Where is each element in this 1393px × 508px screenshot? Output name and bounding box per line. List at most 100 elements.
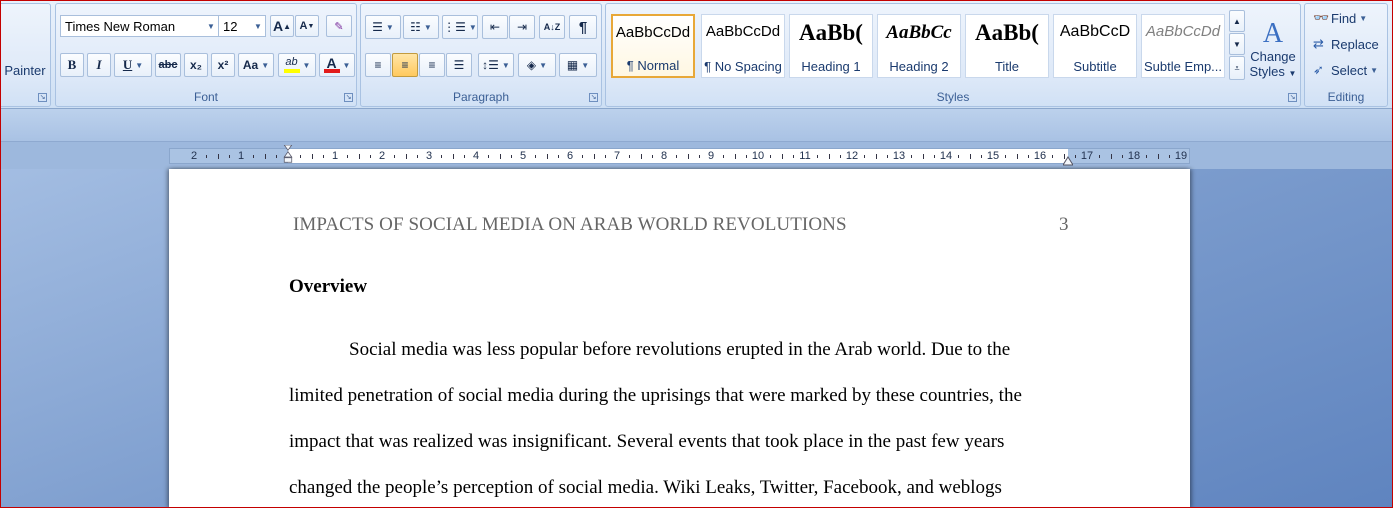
style-no-spacing[interactable]: AaBbCcDd ¶ No Spacing [701, 14, 785, 78]
ruler-number: 17 [1080, 150, 1094, 162]
chevron-down-icon[interactable]: ▼ [343, 61, 351, 70]
strikethrough-button[interactable]: abc [155, 53, 181, 77]
clipboard-launcher-icon[interactable]: ↘ [38, 93, 47, 102]
style-heading-1[interactable]: AaBb( Heading 1 [789, 14, 873, 78]
styles-more-icon[interactable]: ⩡ [1229, 56, 1245, 80]
superscript-button[interactable]: x² [211, 53, 235, 77]
shading-button[interactable]: ◈ ▼ [518, 53, 556, 77]
ruler-tick [687, 154, 689, 159]
ruler-tick [1122, 155, 1124, 158]
increase-indent-button[interactable]: ⇥ [509, 15, 535, 39]
chevron-down-icon[interactable]: ▼ [251, 16, 265, 36]
align-center-icon: ≡ [401, 58, 409, 72]
align-right-button[interactable]: ≡ [419, 53, 445, 77]
style-title[interactable]: AaBb( Title [965, 14, 1049, 78]
chevron-down-icon[interactable]: ▼ [424, 23, 432, 32]
format-painter-button[interactable]: Painter [3, 60, 47, 80]
paragraph-launcher-icon[interactable]: ↘ [589, 93, 598, 102]
ruler-tick [934, 155, 936, 158]
style-subtitle[interactable]: AaBbCcD Subtitle [1053, 14, 1137, 78]
font-name-combo[interactable]: Times New Roman ▼ [60, 15, 219, 37]
paragraph-group-label: Paragraph [452, 90, 510, 104]
italic-button[interactable]: I [87, 53, 111, 77]
cursor-arrow-icon: ➶ [1313, 62, 1324, 77]
sort-button[interactable]: A↓Z [539, 15, 565, 39]
styles-launcher-icon[interactable]: ↘ [1288, 93, 1297, 102]
chevron-down-icon[interactable]: ▼ [204, 16, 218, 36]
binoculars-icon: 👓 [1313, 10, 1330, 25]
style-normal[interactable]: AaBbCcDd ¶ Normal [611, 14, 695, 78]
ruler-tick [910, 155, 912, 158]
ruler-tick [417, 155, 419, 158]
ruler-number: 15 [986, 150, 1000, 162]
ruler-number: 8 [660, 150, 668, 162]
change-case-button[interactable]: Aa ▼ [238, 53, 274, 77]
change-styles-button[interactable]: A Change Styles ▼ [1248, 10, 1298, 88]
ruler-number: 6 [566, 150, 574, 162]
first-line-indent-marker[interactable] [283, 145, 293, 163]
highlight-color-bar [283, 68, 300, 73]
align-left-button[interactable]: ≡ [365, 53, 391, 77]
ruler-tick [981, 155, 983, 158]
ruler-tick [405, 154, 407, 159]
highlight-button[interactable]: ab ▼ [278, 53, 316, 77]
right-indent-marker[interactable] [1063, 152, 1073, 170]
ruler-tick [205, 155, 207, 158]
ruler-tick [593, 154, 595, 159]
ruler-tick [264, 154, 266, 159]
decrease-indent-button[interactable]: ⇤ [482, 15, 508, 39]
style-subtle-emphasis[interactable]: AaBbCcDd Subtle Emp... [1141, 14, 1225, 78]
multilevel-list-button[interactable]: ⋮☰ ▼ [442, 15, 478, 39]
ruler-tick [1028, 155, 1030, 158]
font-size-combo[interactable]: 12 ▼ [218, 15, 266, 37]
ruler-tick [558, 155, 560, 158]
align-center-button[interactable]: ≡ [392, 53, 418, 77]
subscript-button[interactable]: x₂ [184, 53, 208, 77]
line-spacing-button[interactable]: ↕☰ ▼ [478, 53, 514, 77]
font-launcher-icon[interactable]: ↘ [344, 93, 353, 102]
font-color-bar [323, 68, 340, 73]
horizontal-ruler[interactable]: 2 1 1 2 3 4 5 6 7 8 9 10 11 12 13 14 15 16 17 18 19 [169, 148, 1190, 164]
document-page[interactable]: IMPACTS OF SOCIAL MEDIA ON ARAB WORLD RE… [169, 169, 1190, 508]
find-button[interactable]: 👓 Find ▼ [1313, 7, 1367, 29]
font-color-button[interactable]: A ▼ [319, 53, 355, 77]
ruler-tick [1004, 155, 1006, 158]
ruler-tick [546, 154, 548, 159]
styles-scroll-down-icon[interactable]: ▼ [1229, 33, 1245, 55]
show-marks-button[interactable]: ¶ [569, 15, 597, 39]
section-heading: Overview [289, 276, 368, 297]
numbering-button[interactable]: ☷ ▼ [403, 15, 439, 39]
chevron-down-icon[interactable]: ▼ [386, 23, 394, 32]
chevron-down-icon[interactable]: ▼ [502, 61, 510, 70]
ruler-tick [922, 154, 924, 159]
styles-scroll-up-icon[interactable]: ▲ [1229, 10, 1245, 32]
justify-button[interactable]: ☰ [446, 53, 472, 77]
replace-button[interactable]: ⇄ Replace [1313, 33, 1379, 55]
borders-button[interactable]: ▦ ▼ [559, 53, 597, 77]
ruler-tick [969, 154, 971, 159]
ruler-tick [957, 155, 959, 158]
chevron-down-icon[interactable]: ▼ [539, 61, 547, 70]
body-line: impact that was realized was insignifica… [289, 431, 1005, 452]
ruler-tick [311, 154, 313, 159]
grow-font-button[interactable]: A ▲ [270, 15, 294, 37]
ruler-tick [863, 155, 865, 158]
chevron-down-icon[interactable]: ▼ [303, 61, 311, 70]
ruler-tick [1169, 155, 1171, 158]
chevron-down-icon[interactable]: ▼ [135, 61, 143, 70]
ruler-tick [699, 155, 701, 158]
select-button[interactable]: ➶ Select ▼ [1313, 59, 1378, 81]
chevron-down-icon[interactable]: ▼ [261, 61, 269, 70]
underline-button[interactable]: U ▼ [114, 53, 152, 77]
ruler-tick [511, 155, 513, 158]
style-heading-2[interactable]: AaBbCc Heading 2 [877, 14, 961, 78]
ruler-tick [793, 155, 795, 158]
clear-formatting-icon[interactable]: ✎ [326, 15, 352, 37]
chevron-down-icon[interactable]: ▼ [469, 23, 477, 32]
ruler-tick [640, 154, 642, 159]
shrink-font-button[interactable]: A ▼ [295, 15, 319, 37]
chevron-down-icon[interactable]: ▼ [581, 61, 589, 70]
bold-button[interactable]: B [60, 53, 84, 77]
ruler-number: 12 [845, 150, 859, 162]
bullets-button[interactable]: ☰ ▼ [365, 15, 401, 39]
